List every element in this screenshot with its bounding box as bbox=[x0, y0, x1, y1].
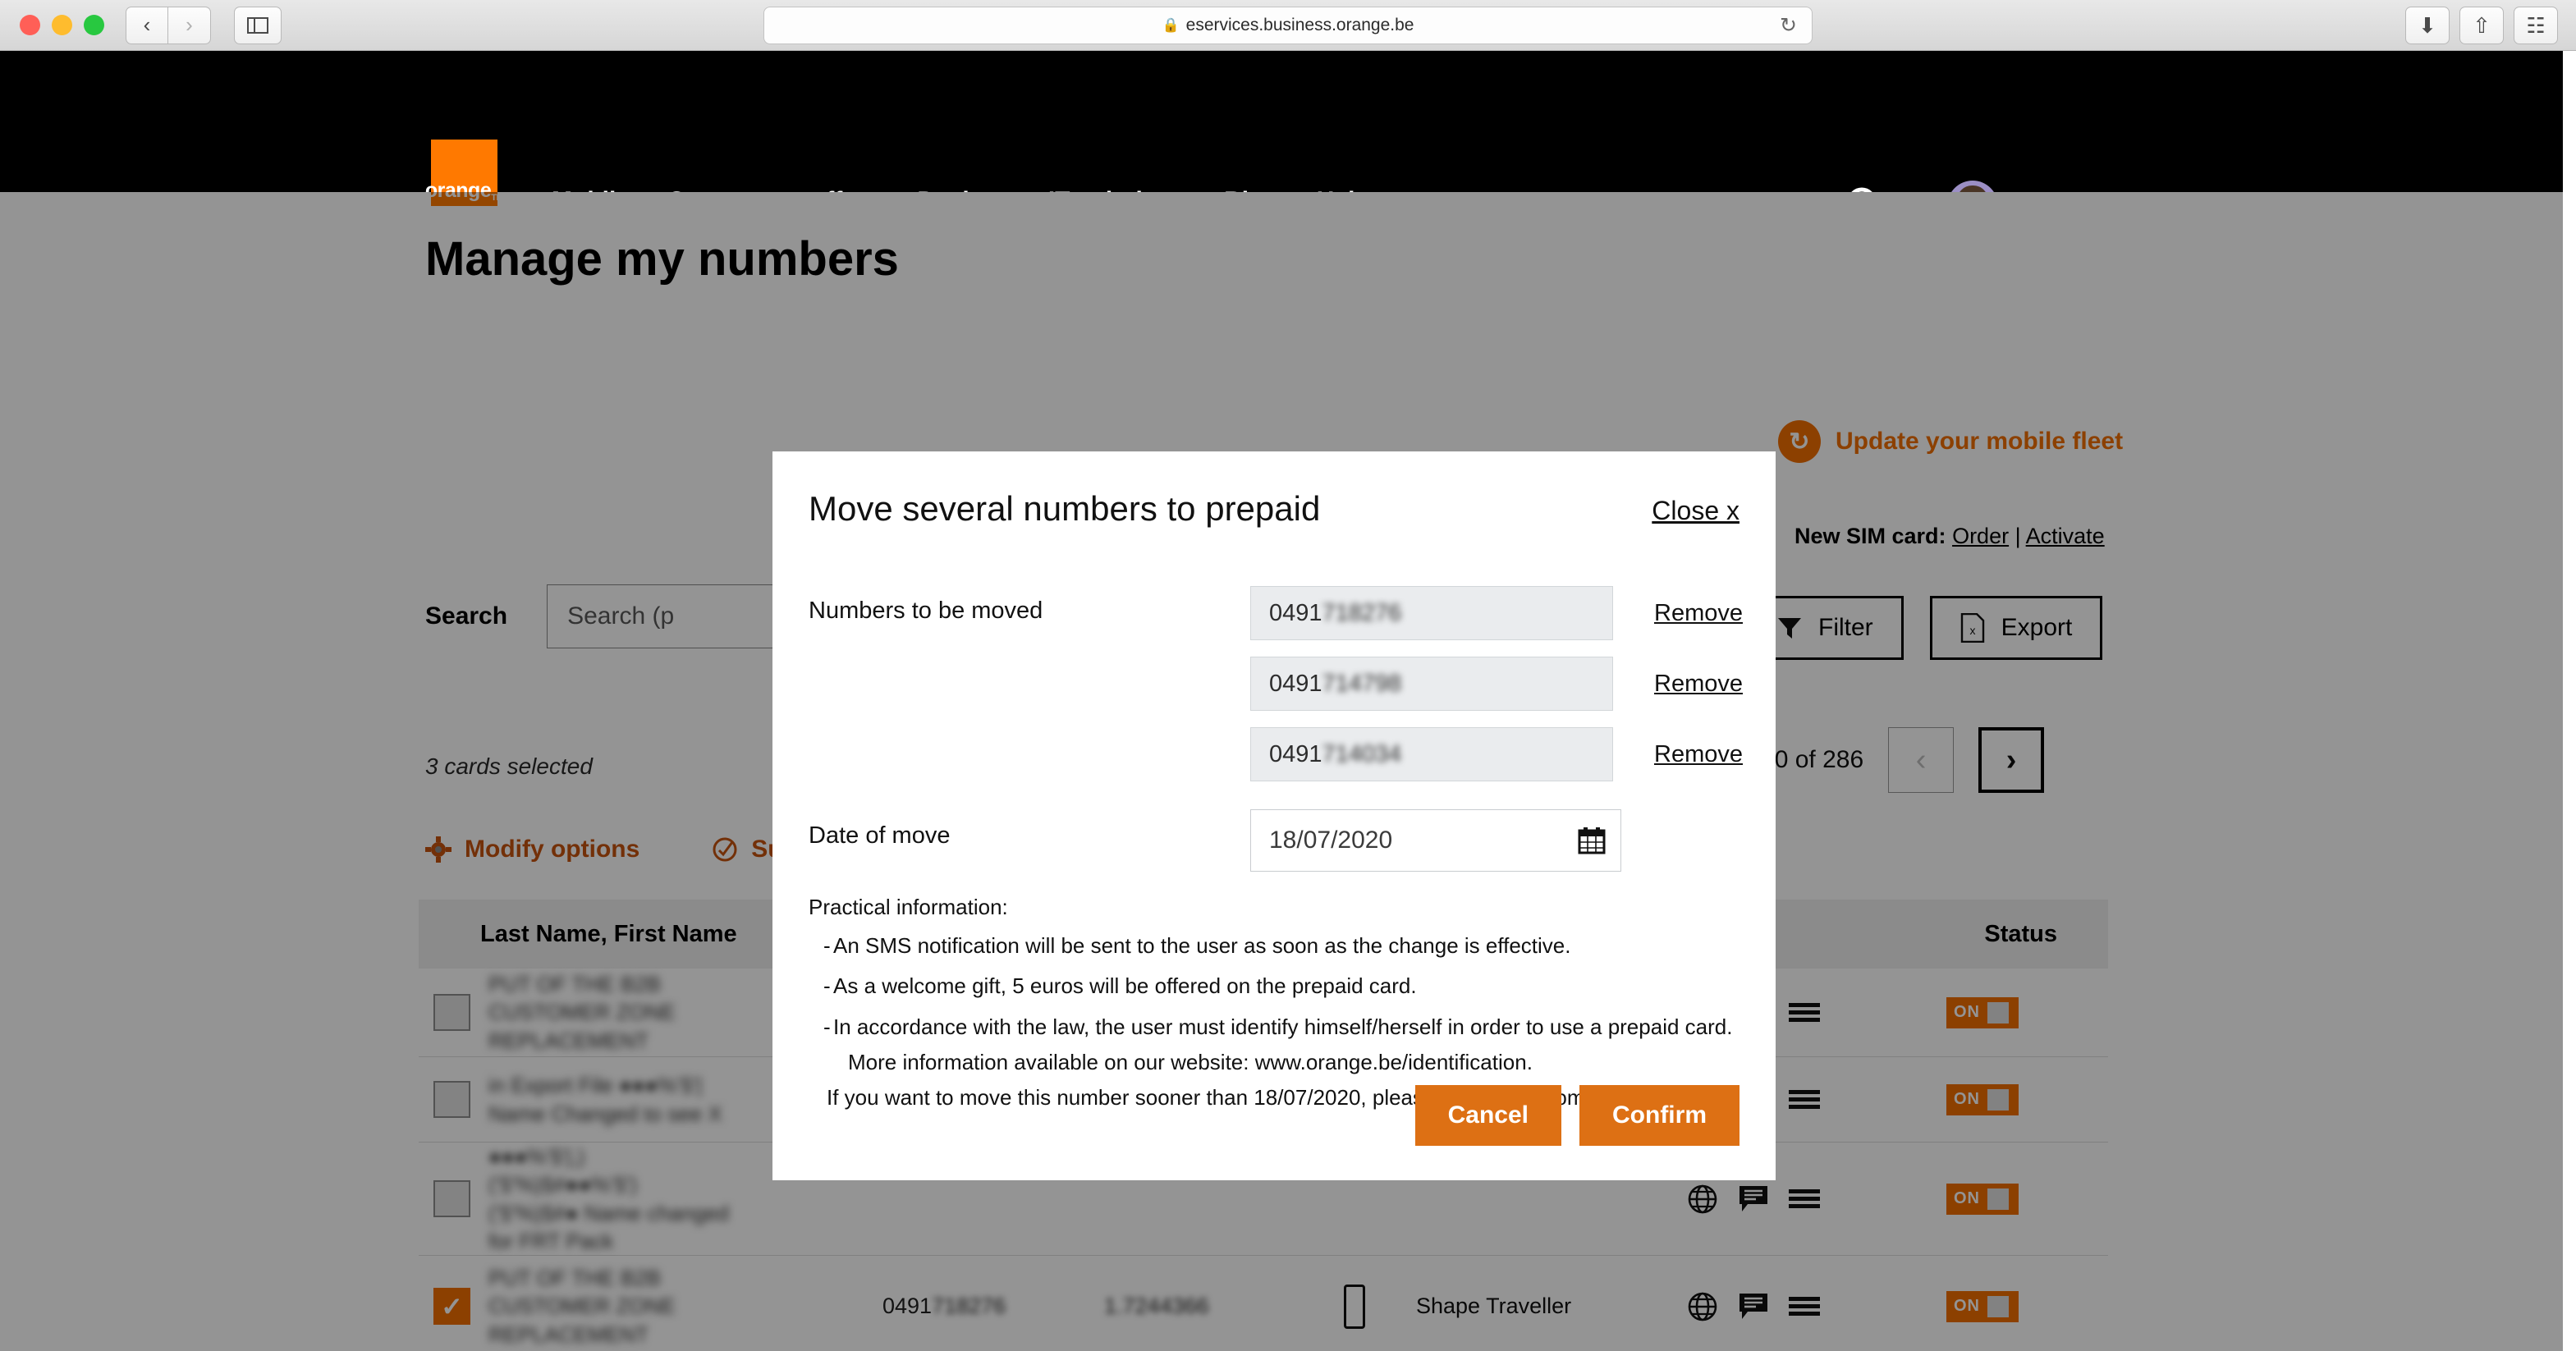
calendar-icon[interactable] bbox=[1578, 827, 1606, 854]
browser-toolbar: ‹ › 🔒 eservices.business.orange.be ↻ ⬇ ⇧… bbox=[0, 0, 2576, 51]
date-of-move-label: Date of move bbox=[809, 822, 951, 849]
practical-bullet-1: - An SMS notification will be sent to th… bbox=[809, 932, 1744, 959]
bullet-dash: - bbox=[823, 1014, 831, 1039]
download-icon[interactable]: ⬇ bbox=[2405, 7, 2450, 44]
lock-icon: 🔒 bbox=[1162, 17, 1180, 33]
identification-link[interactable]: www.orange.be/identification bbox=[1255, 1050, 1527, 1074]
reload-icon[interactable]: ↻ bbox=[1780, 13, 1797, 38]
dialog-actions: Cancel Confirm bbox=[1414, 1085, 1739, 1146]
number-to-move-row: 0491 714798 Remove bbox=[1250, 657, 1743, 711]
remove-number-link[interactable]: Remove bbox=[1654, 671, 1743, 698]
practical-bullet-3-text: In accordance with the law, the user mus… bbox=[833, 1014, 1733, 1039]
close-window-button[interactable] bbox=[20, 15, 40, 35]
page-viewport: orangeTM Mobile Convergent offers Device… bbox=[0, 51, 2576, 1351]
browser-right-actions[interactable]: ⬇ ⇧ ☷ bbox=[2405, 7, 2558, 44]
number-prefix: 0491 bbox=[1269, 670, 1322, 697]
confirm-button[interactable]: Confirm bbox=[1579, 1085, 1739, 1146]
number-masked: 718276 bbox=[1322, 599, 1402, 626]
number-masked: 714798 bbox=[1322, 670, 1402, 697]
forward-icon[interactable]: › bbox=[168, 6, 211, 44]
number-to-move-row: 0491 714034 Remove bbox=[1250, 727, 1743, 781]
sidebar-toggle-icon[interactable] bbox=[234, 6, 282, 44]
number-to-move-field[interactable]: 0491 714798 bbox=[1250, 657, 1613, 711]
more-information-suffix: . bbox=[1526, 1049, 1533, 1074]
numbers-to-move-label: Numbers to be moved bbox=[809, 598, 1043, 624]
number-masked: 714034 bbox=[1322, 740, 1402, 767]
site-header: orangeTM Mobile Convergent offers Device… bbox=[0, 51, 2563, 231]
nav-buttons[interactable]: ‹ › bbox=[126, 6, 211, 44]
back-icon[interactable]: ‹ bbox=[126, 6, 168, 44]
more-information-line: More information available on our websit… bbox=[848, 1050, 1744, 1075]
window-controls[interactable] bbox=[20, 15, 104, 35]
number-to-move-row: 0491 718276 Remove bbox=[1250, 586, 1743, 640]
more-information-prefix: More information available on our websit… bbox=[848, 1049, 1255, 1074]
close-dialog-button[interactable]: Close x bbox=[1652, 496, 1739, 526]
practical-bullet-3: - In accordance with the law, the user m… bbox=[809, 1013, 1744, 1041]
tab-overview-icon[interactable]: ☷ bbox=[2514, 7, 2558, 44]
practical-bullet-2-text: As a welcome gift, 5 euros will be offer… bbox=[833, 973, 1417, 999]
number-to-move-field[interactable]: 0491 718276 bbox=[1250, 586, 1613, 640]
maximize-window-button[interactable] bbox=[84, 15, 104, 35]
date-of-move-value: 18/07/2020 bbox=[1269, 827, 1393, 854]
practical-bullet-2: - As a welcome gift, 5 euros will be off… bbox=[809, 972, 1744, 1000]
number-prefix: 0491 bbox=[1269, 740, 1322, 767]
remove-number-link[interactable]: Remove bbox=[1654, 600, 1743, 627]
number-prefix: 0491 bbox=[1269, 599, 1322, 626]
practical-information: Practical information: - An SMS notifica… bbox=[809, 895, 1744, 1111]
sidebar-glyph bbox=[247, 16, 268, 34]
dialog-title: Move several numbers to prepaid bbox=[809, 489, 1321, 528]
share-icon[interactable]: ⇧ bbox=[2459, 7, 2504, 44]
page-body: Manage my numbers ↻ Update your mobile f… bbox=[0, 192, 2563, 1351]
practical-bullets: - An SMS notification will be sent to th… bbox=[809, 932, 1744, 1041]
numbers-to-move-list: 0491 718276 Remove 0491 714798 Remove 0491 7140… bbox=[1250, 586, 1743, 798]
address-bar[interactable]: 🔒 eservices.business.orange.be ↻ bbox=[763, 7, 1813, 44]
practical-heading: Practical information: bbox=[809, 895, 1008, 919]
move-to-prepaid-dialog: Move several numbers to prepaid Close x … bbox=[772, 451, 1776, 1180]
number-to-move-field[interactable]: 0491 714034 bbox=[1250, 727, 1613, 781]
minimize-window-button[interactable] bbox=[52, 15, 72, 35]
bullet-dash: - bbox=[823, 933, 831, 958]
bullet-dash: - bbox=[823, 973, 831, 999]
practical-bullet-1-text: An SMS notification will be sent to the … bbox=[833, 933, 1571, 958]
remove-number-link[interactable]: Remove bbox=[1654, 741, 1743, 768]
cancel-button[interactable]: Cancel bbox=[1414, 1085, 1561, 1146]
url-text: eservices.business.orange.be bbox=[1185, 16, 1414, 34]
date-of-move-input[interactable]: 18/07/2020 bbox=[1250, 809, 1621, 872]
